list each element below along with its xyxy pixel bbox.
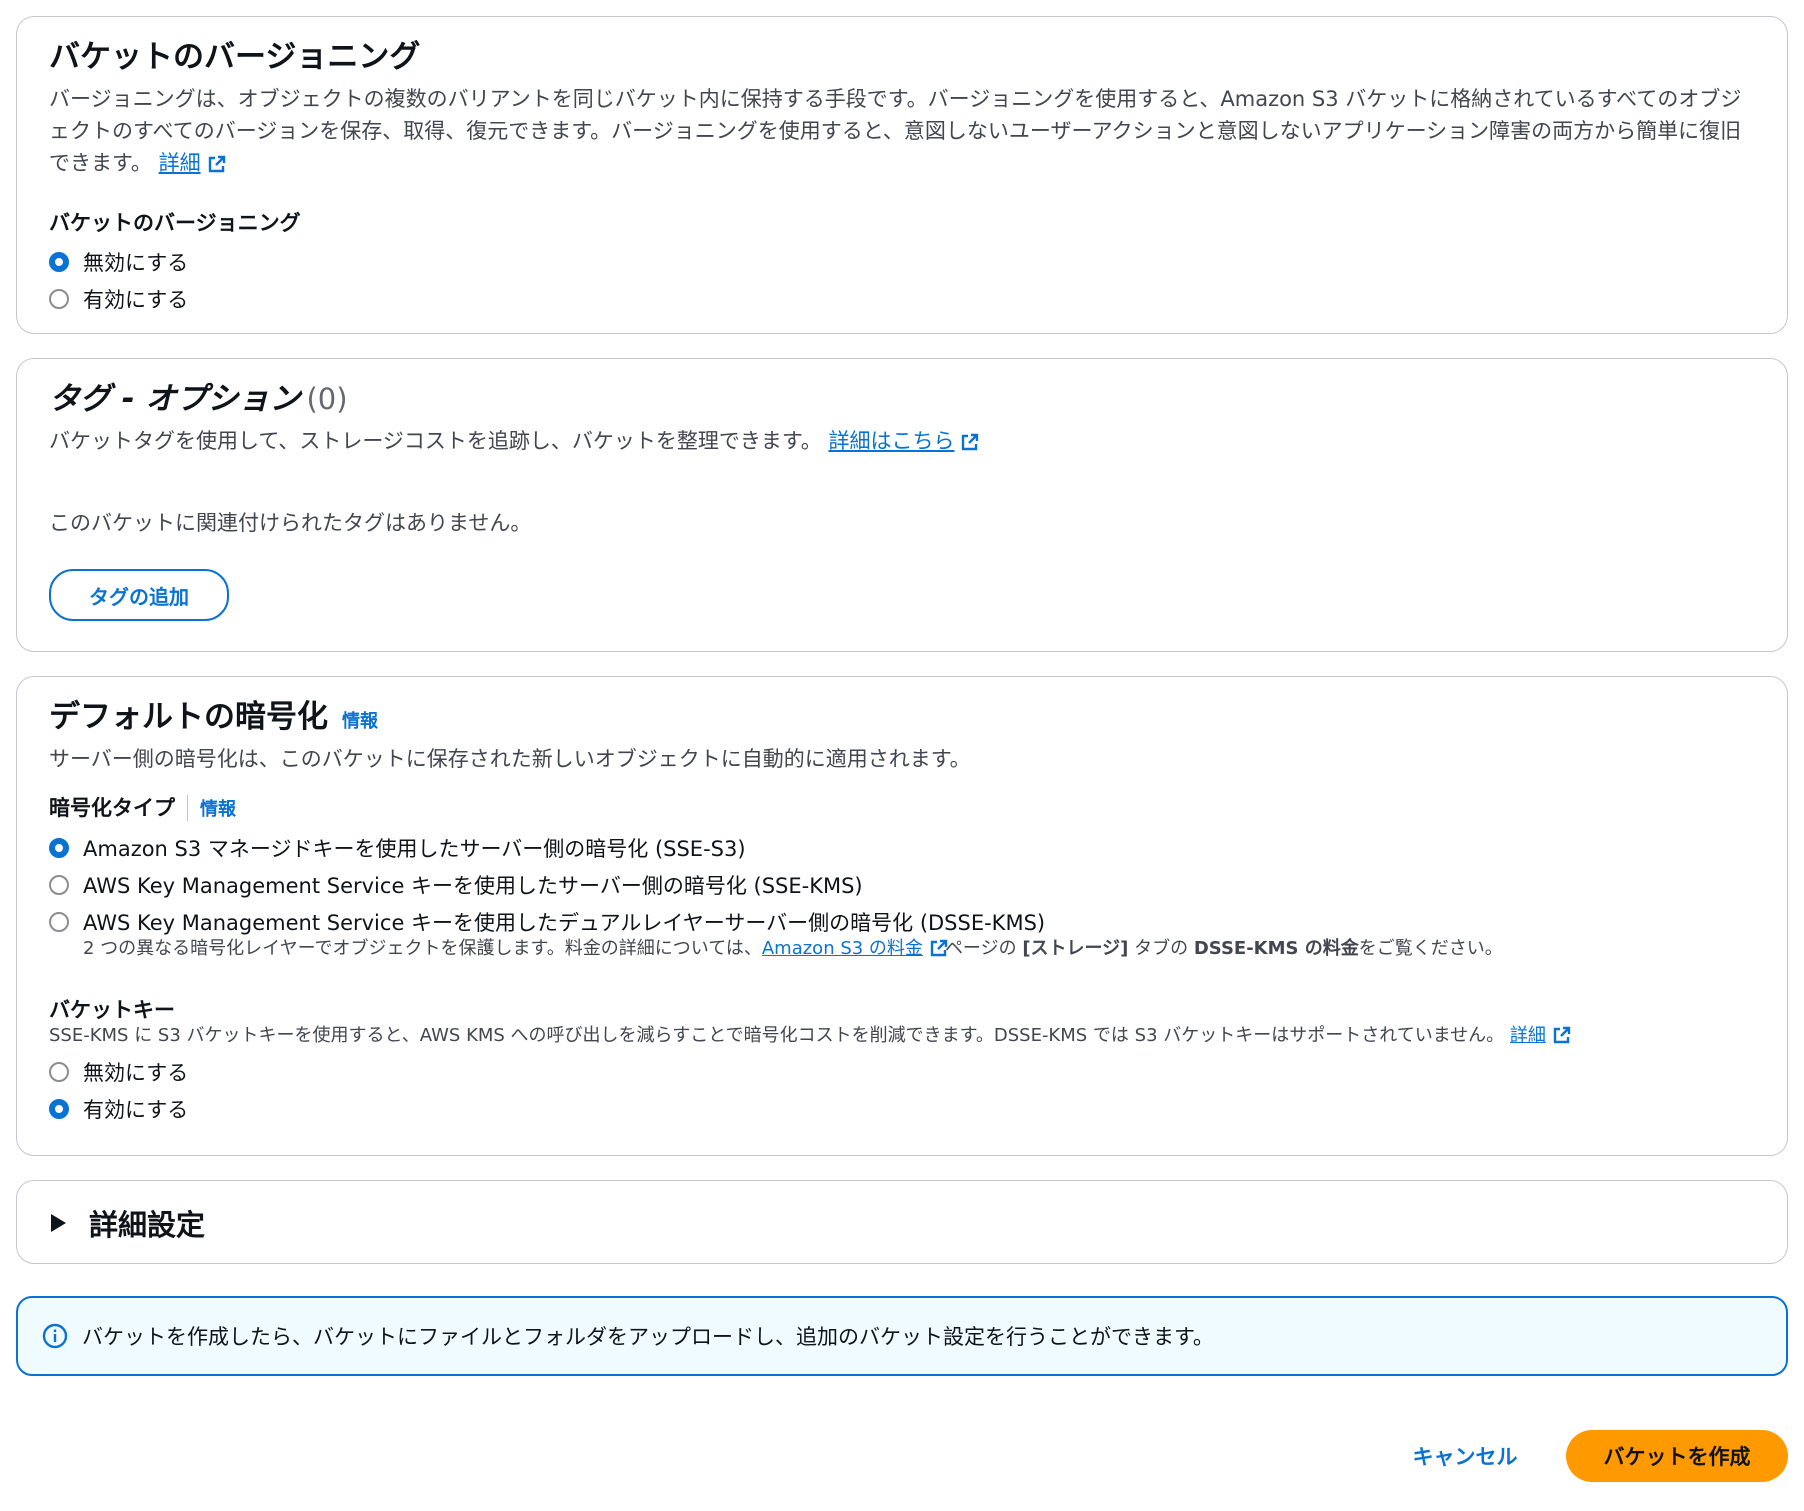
hint-text: ページの [944,938,1023,959]
radio-unselected-icon[interactable] [49,288,69,309]
add-tag-button[interactable]: タグの追加 [49,569,229,621]
s3-pricing-link[interactable]: Amazon S3 の料金 [762,938,923,959]
hint-text: タブの [1128,938,1194,959]
tags-description: バケットタグを使用して、ストレージコストを追跡し、バケットを整理できます。 詳細… [49,425,979,457]
radio-label: 有効にする [83,1097,189,1122]
tags-description-text: バケットタグを使用して、ストレージコストを追跡し、バケットを整理できます。 [49,429,822,453]
advanced-settings-title: 詳細設定 [89,1208,206,1242]
info-alert: バケットを作成したら、バケットにファイルとフォルダをアップロードし、追加のバケッ… [16,1296,1788,1376]
bucket-key-learn-more-link[interactable]: 詳細 [1510,1025,1546,1046]
divider [187,795,188,821]
versioning-field-label: バケットのバージョニング [49,211,301,235]
radio-selected-icon[interactable] [49,1098,69,1119]
radio-label: 有効にする [83,287,189,312]
bucket-key-description-text: SSE-KMS に S3 バケットキーを使用すると、AWS KMS への呼び出し… [49,1025,1505,1046]
create-bucket-page: バケットのバージョニング バージョニングは、オブジェクトの複数のバリアントを同じ… [0,0,1804,1511]
versioning-learn-more-link[interactable]: 詳細 [159,151,201,175]
bucket-key-label: バケットキー [49,998,175,1022]
dsse-kms-hint: 2 つの異なる暗号化レイヤーでオブジェクトを保護します。料金の詳細については、A… [83,936,1503,962]
bucket-key-radio-group: 無効にする 有効にする [49,1053,188,1127]
tags-panel: タグ - オプション (0) バケットタグを使用して、ストレージコストを追跡し、… [16,358,1788,652]
encryption-header: デフォルトの暗号化 情報 [49,699,378,736]
encryption-option-sse-s3[interactable]: Amazon S3 マネージドキーを使用したサーバー側の暗号化 (SSE-S3) [49,829,1503,866]
versioning-description-text: バージョニングは、オブジェクトの複数のバリアントを同じバケット内に保持する手段で… [49,87,1742,175]
versioning-radio-group: 無効にする 有効にする [49,243,188,317]
hint-text: 2 つの異なる暗号化レイヤーでオブジェクトを保護します。料金の詳細については、 [83,938,762,959]
hint-text: をご覧ください。 [1358,938,1503,959]
encryption-option-sse-kms[interactable]: AWS Key Management Service キーを使用したサーバー側の… [49,866,1503,903]
external-link-icon [1552,1026,1571,1044]
versioning-description: バージョニングは、オブジェクトの複数のバリアントを同じバケット内に保持する手段で… [49,83,1759,179]
bucket-key-option-enable[interactable]: 有効にする [49,1090,188,1127]
hint-bold: [ストレージ] [1022,938,1129,959]
radio-selected-icon[interactable] [49,837,69,858]
tags-count: (0) [306,382,348,416]
info-alert-text: バケットを作成したら、バケットにファイルとフォルダをアップロードし、追加のバケッ… [82,1325,1214,1349]
create-bucket-button[interactable]: バケットを作成 [1566,1430,1788,1482]
advanced-settings-panel[interactable]: 詳細設定 [16,1180,1788,1264]
hint-bold: DSSE-KMS の料金 [1193,938,1359,959]
versioning-title: バケットのバージョニング [49,39,421,75]
versioning-option-enable[interactable]: 有効にする [49,280,188,317]
radio-label: 無効にする [83,250,189,275]
external-link-icon [207,155,225,173]
radio-label: Amazon S3 マネージドキーを使用したサーバー側の暗号化 (SSE-S3) [83,836,746,861]
encryption-info-link[interactable]: 情報 [342,707,378,733]
bucket-key-option-disable[interactable]: 無効にする [49,1053,188,1090]
radio-unselected-icon[interactable] [49,1061,69,1082]
encryption-type-header: 暗号化タイプ 情報 [49,793,236,823]
encryption-panel: デフォルトの暗号化 情報 サーバー側の暗号化は、このバケットに保存された新しいオ… [16,676,1788,1156]
versioning-panel: バケットのバージョニング バージョニングは、オブジェクトの複数のバリアントを同じ… [16,16,1788,334]
radio-label: AWS Key Management Service キーを使用したデュアルレイ… [83,910,1046,935]
tags-title: タグ - オプション [49,381,301,417]
external-link-icon [960,433,979,451]
encryption-title: デフォルトの暗号化 [49,699,328,735]
bucket-key-description: SSE-KMS に S3 バケットキーを使用すると、AWS KMS への呼び出し… [49,1023,1571,1049]
radio-label: AWS Key Management Service キーを使用したサーバー側の… [83,873,863,898]
encryption-type-label: 暗号化タイプ [49,796,175,820]
external-link-icon [929,939,948,957]
radio-selected-icon[interactable] [49,251,69,272]
radio-unselected-icon[interactable] [49,874,69,895]
encryption-type-radio-group: Amazon S3 マネージドキーを使用したサーバー側の暗号化 (SSE-S3)… [49,829,1503,962]
caret-right-icon[interactable] [49,1213,67,1233]
radio-label: 無効にする [83,1060,189,1085]
encryption-description: サーバー側の暗号化は、このバケットに保存された新しいオブジェクトに自動的に適用さ… [49,747,971,771]
tags-empty-text: このバケットに関連付けられたタグはありません。 [49,511,532,535]
tags-learn-more-link[interactable]: 詳細はこちら [828,429,954,453]
tags-header: タグ - オプション (0) [49,381,348,418]
radio-unselected-icon[interactable] [49,911,69,932]
cancel-button[interactable]: キャンセル [1390,1432,1540,1480]
info-icon [42,1323,68,1349]
encryption-option-dsse-kms[interactable]: AWS Key Management Service キーを使用したデュアルレイ… [49,903,1503,940]
advanced-settings-header[interactable]: 詳細設定 [49,1181,205,1265]
versioning-option-disable[interactable]: 無効にする [49,243,188,280]
encryption-type-info-link[interactable]: 情報 [200,795,236,821]
